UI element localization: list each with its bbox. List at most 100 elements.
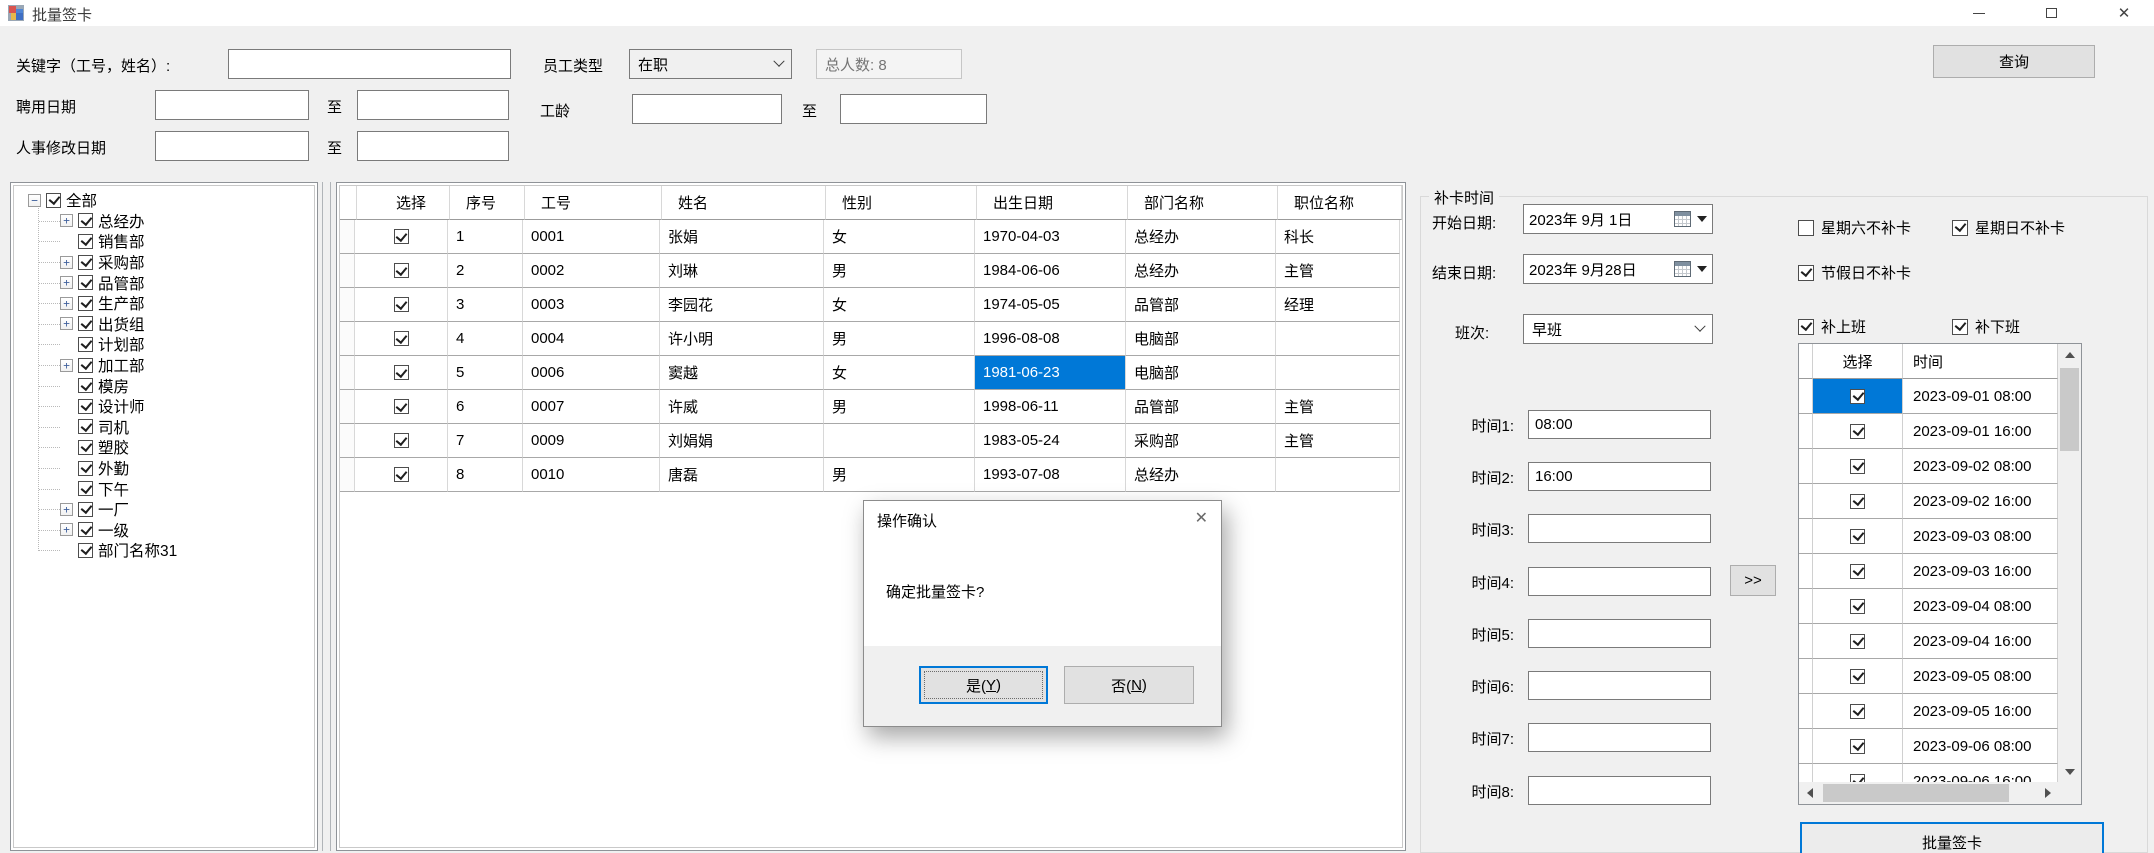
tree-checkbox[interactable]: [78, 461, 93, 476]
time-checkbox[interactable]: [1850, 739, 1865, 754]
time-checkbox[interactable]: [1850, 634, 1865, 649]
tree-item[interactable]: + 一厂: [15, 499, 313, 520]
cell-gender[interactable]: 女: [824, 220, 975, 254]
cell-name[interactable]: 窦越: [660, 356, 824, 390]
tree-item[interactable]: 设计师: [15, 396, 313, 417]
panel-splitter[interactable]: [322, 182, 331, 851]
tree-checkbox[interactable]: [78, 419, 93, 434]
time-select-cell[interactable]: [1813, 554, 1903, 589]
time-checkbox[interactable]: [1850, 704, 1865, 719]
time1-input[interactable]: [1528, 410, 1711, 439]
hr-modify-from-input[interactable]: [155, 131, 309, 161]
sign-off-duty-checkbox[interactable]: 补下班: [1952, 316, 2020, 337]
row-select-cell[interactable]: [355, 322, 448, 356]
time-select-cell[interactable]: [1813, 694, 1903, 729]
end-date-picker[interactable]: 2023年 9月28日: [1523, 254, 1713, 284]
cell-position[interactable]: 科长: [1276, 220, 1400, 254]
time-checkbox[interactable]: [1850, 564, 1865, 579]
cell-seq[interactable]: 3: [448, 288, 523, 322]
row-checkbox[interactable]: [394, 229, 409, 244]
row-select-cell[interactable]: [355, 390, 448, 424]
row-select-cell[interactable]: [355, 424, 448, 458]
tree-checkbox[interactable]: [78, 213, 93, 228]
row-select-cell[interactable]: [355, 356, 448, 390]
cell-department[interactable]: 电脑部: [1126, 356, 1276, 390]
batch-sign-button[interactable]: 批量签卡: [1800, 822, 2104, 853]
time-value-cell[interactable]: 2023-09-03 08:00: [1903, 519, 2058, 554]
cell-name[interactable]: 许小明: [660, 322, 824, 356]
tree-item[interactable]: + 一级: [15, 520, 313, 541]
tree-checkbox[interactable]: [78, 543, 93, 558]
start-date-picker[interactable]: 2023年 9月 1日: [1523, 204, 1713, 234]
time6-input[interactable]: [1528, 671, 1711, 700]
cell-emp-no[interactable]: 0006: [523, 356, 660, 390]
time-checkbox[interactable]: [1850, 494, 1865, 509]
row-header-cell[interactable]: [340, 356, 355, 390]
work-age-from-input[interactable]: [632, 94, 782, 124]
tree-expander-icon[interactable]: +: [60, 297, 73, 310]
cell-seq[interactable]: 2: [448, 254, 523, 288]
time-value-cell[interactable]: 2023-09-04 08:00: [1903, 589, 2058, 624]
time-row-header[interactable]: [1799, 624, 1813, 659]
no-button[interactable]: 否(N): [1064, 666, 1194, 704]
cell-gender[interactable]: 女: [824, 288, 975, 322]
time-row-header[interactable]: [1799, 729, 1813, 764]
tree-expander-icon[interactable]: +: [60, 317, 73, 330]
cell-emp-no[interactable]: 0004: [523, 322, 660, 356]
tree-item[interactable]: 外勤: [15, 458, 313, 479]
column-header[interactable]: 部门名称: [1128, 186, 1278, 220]
time-value-cell[interactable]: 2023-09-01 16:00: [1903, 414, 2058, 449]
time3-input[interactable]: [1528, 514, 1711, 543]
time-value-cell[interactable]: 2023-09-06 08:00: [1903, 729, 2058, 764]
cell-position[interactable]: 经理: [1276, 288, 1400, 322]
time-row-header[interactable]: [1799, 519, 1813, 554]
cell-department[interactable]: 总经办: [1126, 458, 1276, 492]
tree-checkbox[interactable]: [78, 378, 93, 393]
time8-input[interactable]: [1528, 776, 1711, 805]
tree-item[interactable]: 塑胶: [15, 437, 313, 458]
row-header-cell[interactable]: [340, 220, 355, 254]
cell-gender[interactable]: 男: [824, 458, 975, 492]
checkbox[interactable]: [1952, 319, 1968, 335]
cell-department[interactable]: 电脑部: [1126, 322, 1276, 356]
time-row-header[interactable]: [1799, 449, 1813, 484]
cell-position[interactable]: [1276, 322, 1400, 356]
column-header[interactable]: 序号: [450, 186, 525, 220]
time-row-header[interactable]: [1799, 659, 1813, 694]
cell-seq[interactable]: 7: [448, 424, 523, 458]
time-select-cell[interactable]: [1813, 659, 1903, 694]
cell-department[interactable]: 品管部: [1126, 288, 1276, 322]
column-header[interactable]: 姓名: [662, 186, 826, 220]
cell-gender[interactable]: 女: [824, 356, 975, 390]
cell-emp-no[interactable]: 0002: [523, 254, 660, 288]
cell-emp-no[interactable]: 0009: [523, 424, 660, 458]
tree-expander-icon[interactable]: +: [60, 276, 73, 289]
row-header-cell[interactable]: [340, 254, 355, 288]
time-select-cell[interactable]: [1813, 379, 1903, 414]
row-header-cell[interactable]: [340, 458, 355, 492]
time-checkbox[interactable]: [1850, 459, 1865, 474]
cell-emp-no[interactable]: 0010: [523, 458, 660, 492]
column-header[interactable]: 工号: [525, 186, 662, 220]
tree-item[interactable]: − 全部: [15, 190, 313, 211]
row-checkbox[interactable]: [394, 365, 409, 380]
tree-item[interactable]: 计划部: [15, 334, 313, 355]
cell-department[interactable]: 总经办: [1126, 254, 1276, 288]
cell-gender[interactable]: 男: [824, 322, 975, 356]
cell-gender[interactable]: 男: [824, 390, 975, 424]
row-select-cell[interactable]: [355, 220, 448, 254]
tree-item[interactable]: 部门名称31: [15, 540, 313, 561]
tree-item[interactable]: + 加工部: [15, 355, 313, 376]
tree-expander-icon[interactable]: +: [60, 523, 73, 536]
shift-select[interactable]: 早班: [1523, 314, 1713, 344]
time-checkbox[interactable]: [1850, 529, 1865, 544]
column-header[interactable]: 选择: [357, 186, 450, 220]
column-header[interactable]: 出生日期: [977, 186, 1128, 220]
cell-birth-date[interactable]: 1983-05-24: [975, 424, 1126, 458]
tree-checkbox[interactable]: [78, 255, 93, 270]
time-value-cell[interactable]: 2023-09-02 08:00: [1903, 449, 2058, 484]
row-checkbox[interactable]: [394, 331, 409, 346]
time-row-header[interactable]: [1799, 694, 1813, 729]
transfer-times-button[interactable]: >>: [1730, 565, 1776, 596]
time-select-cell[interactable]: [1813, 449, 1903, 484]
